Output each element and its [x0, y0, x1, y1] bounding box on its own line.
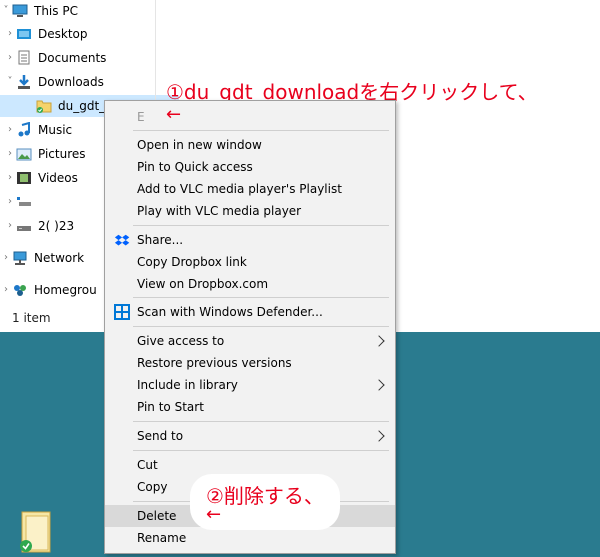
chevron-right-icon[interactable]: ›: [4, 119, 16, 141]
menu-item-label: Include in library: [137, 378, 238, 392]
annotation-arrow-2: ←: [206, 504, 222, 525]
menu-item-share[interactable]: Share...: [105, 229, 395, 251]
menu-item-label: Scan with Windows Defender...: [137, 305, 323, 319]
submenu-arrow-icon: [373, 379, 385, 391]
menu-item-label: Give access to: [137, 334, 225, 348]
drive-icon: [16, 218, 32, 234]
menu-item-vlc-play[interactable]: Play with VLC media player: [105, 200, 395, 222]
tree-item-label: Desktop: [38, 27, 88, 41]
menu-item-give-access[interactable]: Give access to: [105, 330, 395, 352]
chevron-right-icon[interactable]: ›: [4, 47, 16, 69]
menu-item-label: E: [137, 110, 145, 124]
menu-item-open-new-window[interactable]: Open in new window: [105, 134, 395, 156]
chevron-right-icon[interactable]: ›: [4, 143, 16, 165]
menu-separator: [133, 297, 389, 298]
network-icon: [12, 250, 28, 266]
menu-item-rename[interactable]: Rename: [105, 527, 395, 549]
tree-item-label: 2( )23: [38, 219, 75, 233]
folder-icon: [36, 98, 52, 114]
chevron-right-icon[interactable]: ›: [4, 215, 16, 237]
menu-item-label: Delete: [137, 509, 177, 523]
menu-item-include-library[interactable]: Include in library: [105, 374, 395, 396]
menu-item-label: Rename: [137, 531, 187, 545]
tree-item-label: Music: [38, 123, 73, 137]
tree-item-label: Downloads: [38, 75, 104, 89]
menu-item-send-to[interactable]: Send to: [105, 425, 395, 447]
videos-folder-icon: [16, 170, 32, 186]
menu-item-view-dropbox[interactable]: View on Dropbox.com: [105, 273, 395, 295]
chevron-right-icon[interactable]: ›: [4, 23, 16, 45]
chevron-down-icon[interactable]: ˅: [0, 0, 12, 22]
menu-item-label: View on Dropbox.com: [137, 277, 269, 291]
tree-item-label: du_gdt_: [58, 99, 106, 113]
tree-item-label: Pictures: [38, 147, 86, 161]
dropbox-icon: [114, 232, 130, 248]
menu-item-label: Copy: [137, 480, 168, 494]
chevron-right-icon[interactable]: ›: [4, 167, 16, 189]
menu-item-label: Play with VLC media player: [137, 204, 302, 218]
tree-item-label: Network: [34, 251, 85, 265]
menu-item-copy-dropbox-link[interactable]: Copy Dropbox link: [105, 251, 395, 273]
menu-item-vlc-playlist[interactable]: Add to VLC media player's Playlist: [105, 178, 395, 200]
pictures-folder-icon: [16, 146, 32, 162]
menu-separator: [133, 130, 389, 131]
chevron-right-icon[interactable]: ›: [0, 279, 12, 301]
tree-item-label: This PC: [34, 4, 78, 18]
chevron-down-icon[interactable]: ˅: [4, 71, 16, 93]
desktop-folder-icon: [16, 26, 32, 42]
tree-item-this-pc[interactable]: ˅ This PC: [0, 0, 155, 22]
chevron-right-icon[interactable]: ›: [0, 247, 12, 269]
menu-item-label: Open in new window: [137, 138, 262, 152]
menu-separator: [133, 450, 389, 451]
annotation-step-2: ②削除する、: [206, 484, 324, 508]
menu-item-partial[interactable]: E: [105, 106, 395, 128]
tree-item-label: Documents: [38, 51, 107, 65]
annotation-arrow-1: ←: [166, 104, 182, 125]
menu-item-scan-defender[interactable]: Scan with Windows Defender...: [105, 301, 395, 323]
menu-separator: [133, 421, 389, 422]
menu-item-pin-quick-access[interactable]: Pin to Quick access: [105, 156, 395, 178]
chevron-right-icon[interactable]: ›: [4, 191, 16, 213]
tree-item-downloads[interactable]: ˅ Downloads: [0, 71, 159, 93]
music-folder-icon: [16, 121, 32, 138]
tree-item-documents[interactable]: › Documents: [0, 47, 159, 69]
menu-item-cut[interactable]: Cut: [105, 454, 395, 476]
tree-item-desktop[interactable]: › Desktop: [0, 23, 159, 45]
menu-item-label: Send to: [137, 429, 184, 443]
menu-item-label: Restore previous versions: [137, 356, 292, 370]
item-count: 1 item: [12, 311, 51, 325]
menu-item-label: Copy Dropbox link: [137, 255, 247, 269]
menu-item-label: Pin to Quick access: [137, 160, 253, 174]
menu-item-label: Pin to Start: [137, 400, 204, 414]
downloads-folder-icon: [16, 74, 32, 90]
menu-item-label: Cut: [137, 458, 158, 472]
menu-item-label: Add to VLC media player's Playlist: [137, 182, 342, 196]
drive-icon: [16, 194, 32, 210]
windows-defender-icon: [114, 304, 130, 320]
documents-folder-icon: [16, 50, 32, 66]
homegroup-icon: [12, 282, 28, 298]
submenu-arrow-icon: [373, 335, 385, 347]
menu-item-label: Share...: [137, 233, 184, 247]
desktop-folder-shortcut-icon[interactable]: [18, 510, 54, 554]
menu-item-pin-start[interactable]: Pin to Start: [105, 396, 395, 418]
submenu-arrow-icon: [373, 430, 385, 442]
menu-item-restore-versions[interactable]: Restore previous versions: [105, 352, 395, 374]
computer-icon: [12, 3, 28, 19]
menu-separator: [133, 326, 389, 327]
tree-item-label: Homegrou: [34, 283, 97, 297]
tree-item-label: Videos: [38, 171, 78, 185]
menu-separator: [133, 225, 389, 226]
